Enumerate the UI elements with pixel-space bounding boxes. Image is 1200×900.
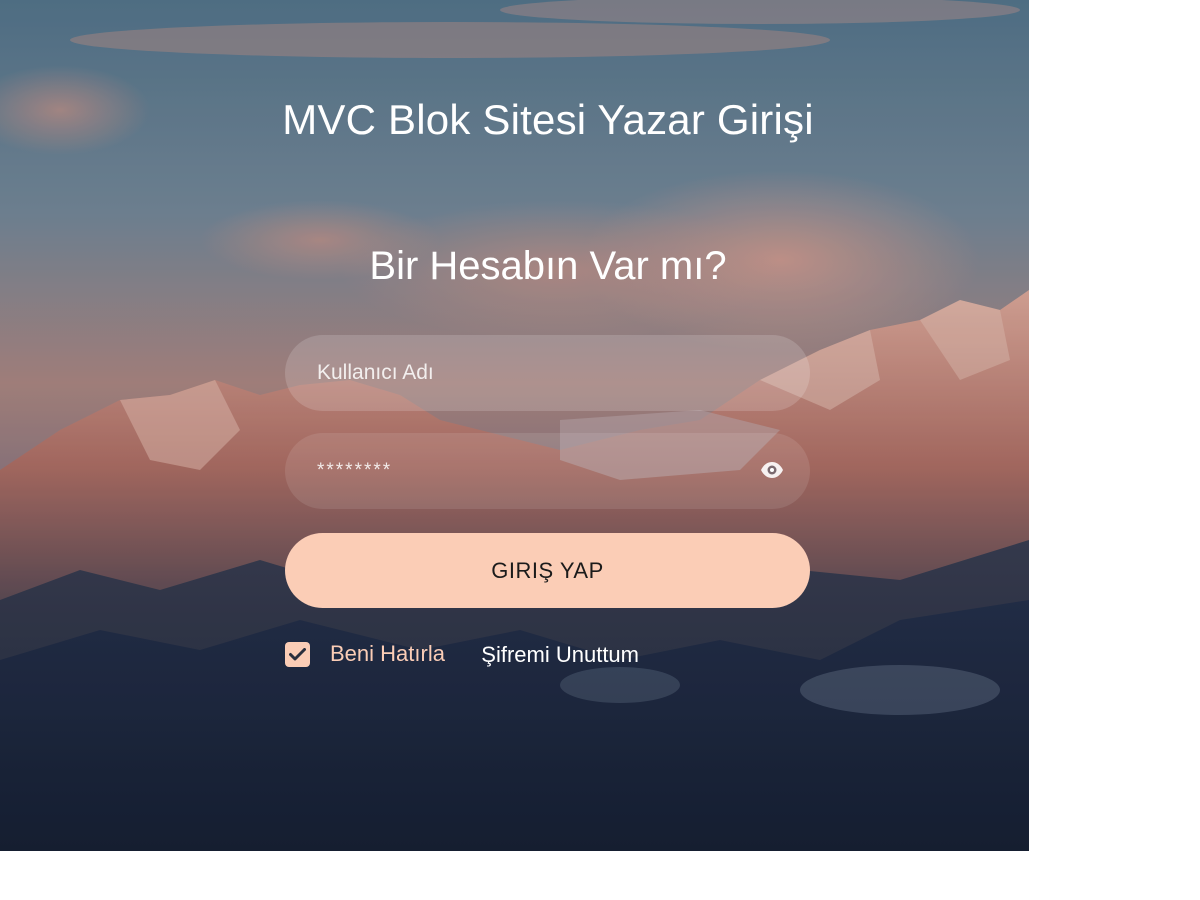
- remember-me-label: Beni Hatırla: [330, 641, 445, 666]
- checkbox-box[interactable]: [285, 641, 310, 667]
- page-title: MVC Blok Sitesi Yazar Girişi: [282, 96, 814, 143]
- login-button[interactable]: GIRIŞ YAP: [285, 533, 810, 608]
- eye-icon[interactable]: [760, 461, 784, 479]
- remember-me-checkbox[interactable]: Beni Hatırla: [285, 641, 445, 667]
- login-hero-background: MVC Blok Sitesi Yazar Girişi Bir Hesabın…: [0, 0, 1029, 851]
- username-placeholder: Kullanıcı Adı: [317, 361, 434, 384]
- password-value: ********: [317, 460, 393, 481]
- login-subtitle: Bir Hesabın Var mı?: [369, 244, 727, 288]
- password-input[interactable]: ********: [285, 433, 810, 509]
- forgot-password-link[interactable]: Şifremi Unuttum: [481, 642, 639, 668]
- username-input[interactable]: Kullanıcı Adı: [285, 335, 810, 411]
- check-icon: [289, 647, 306, 660]
